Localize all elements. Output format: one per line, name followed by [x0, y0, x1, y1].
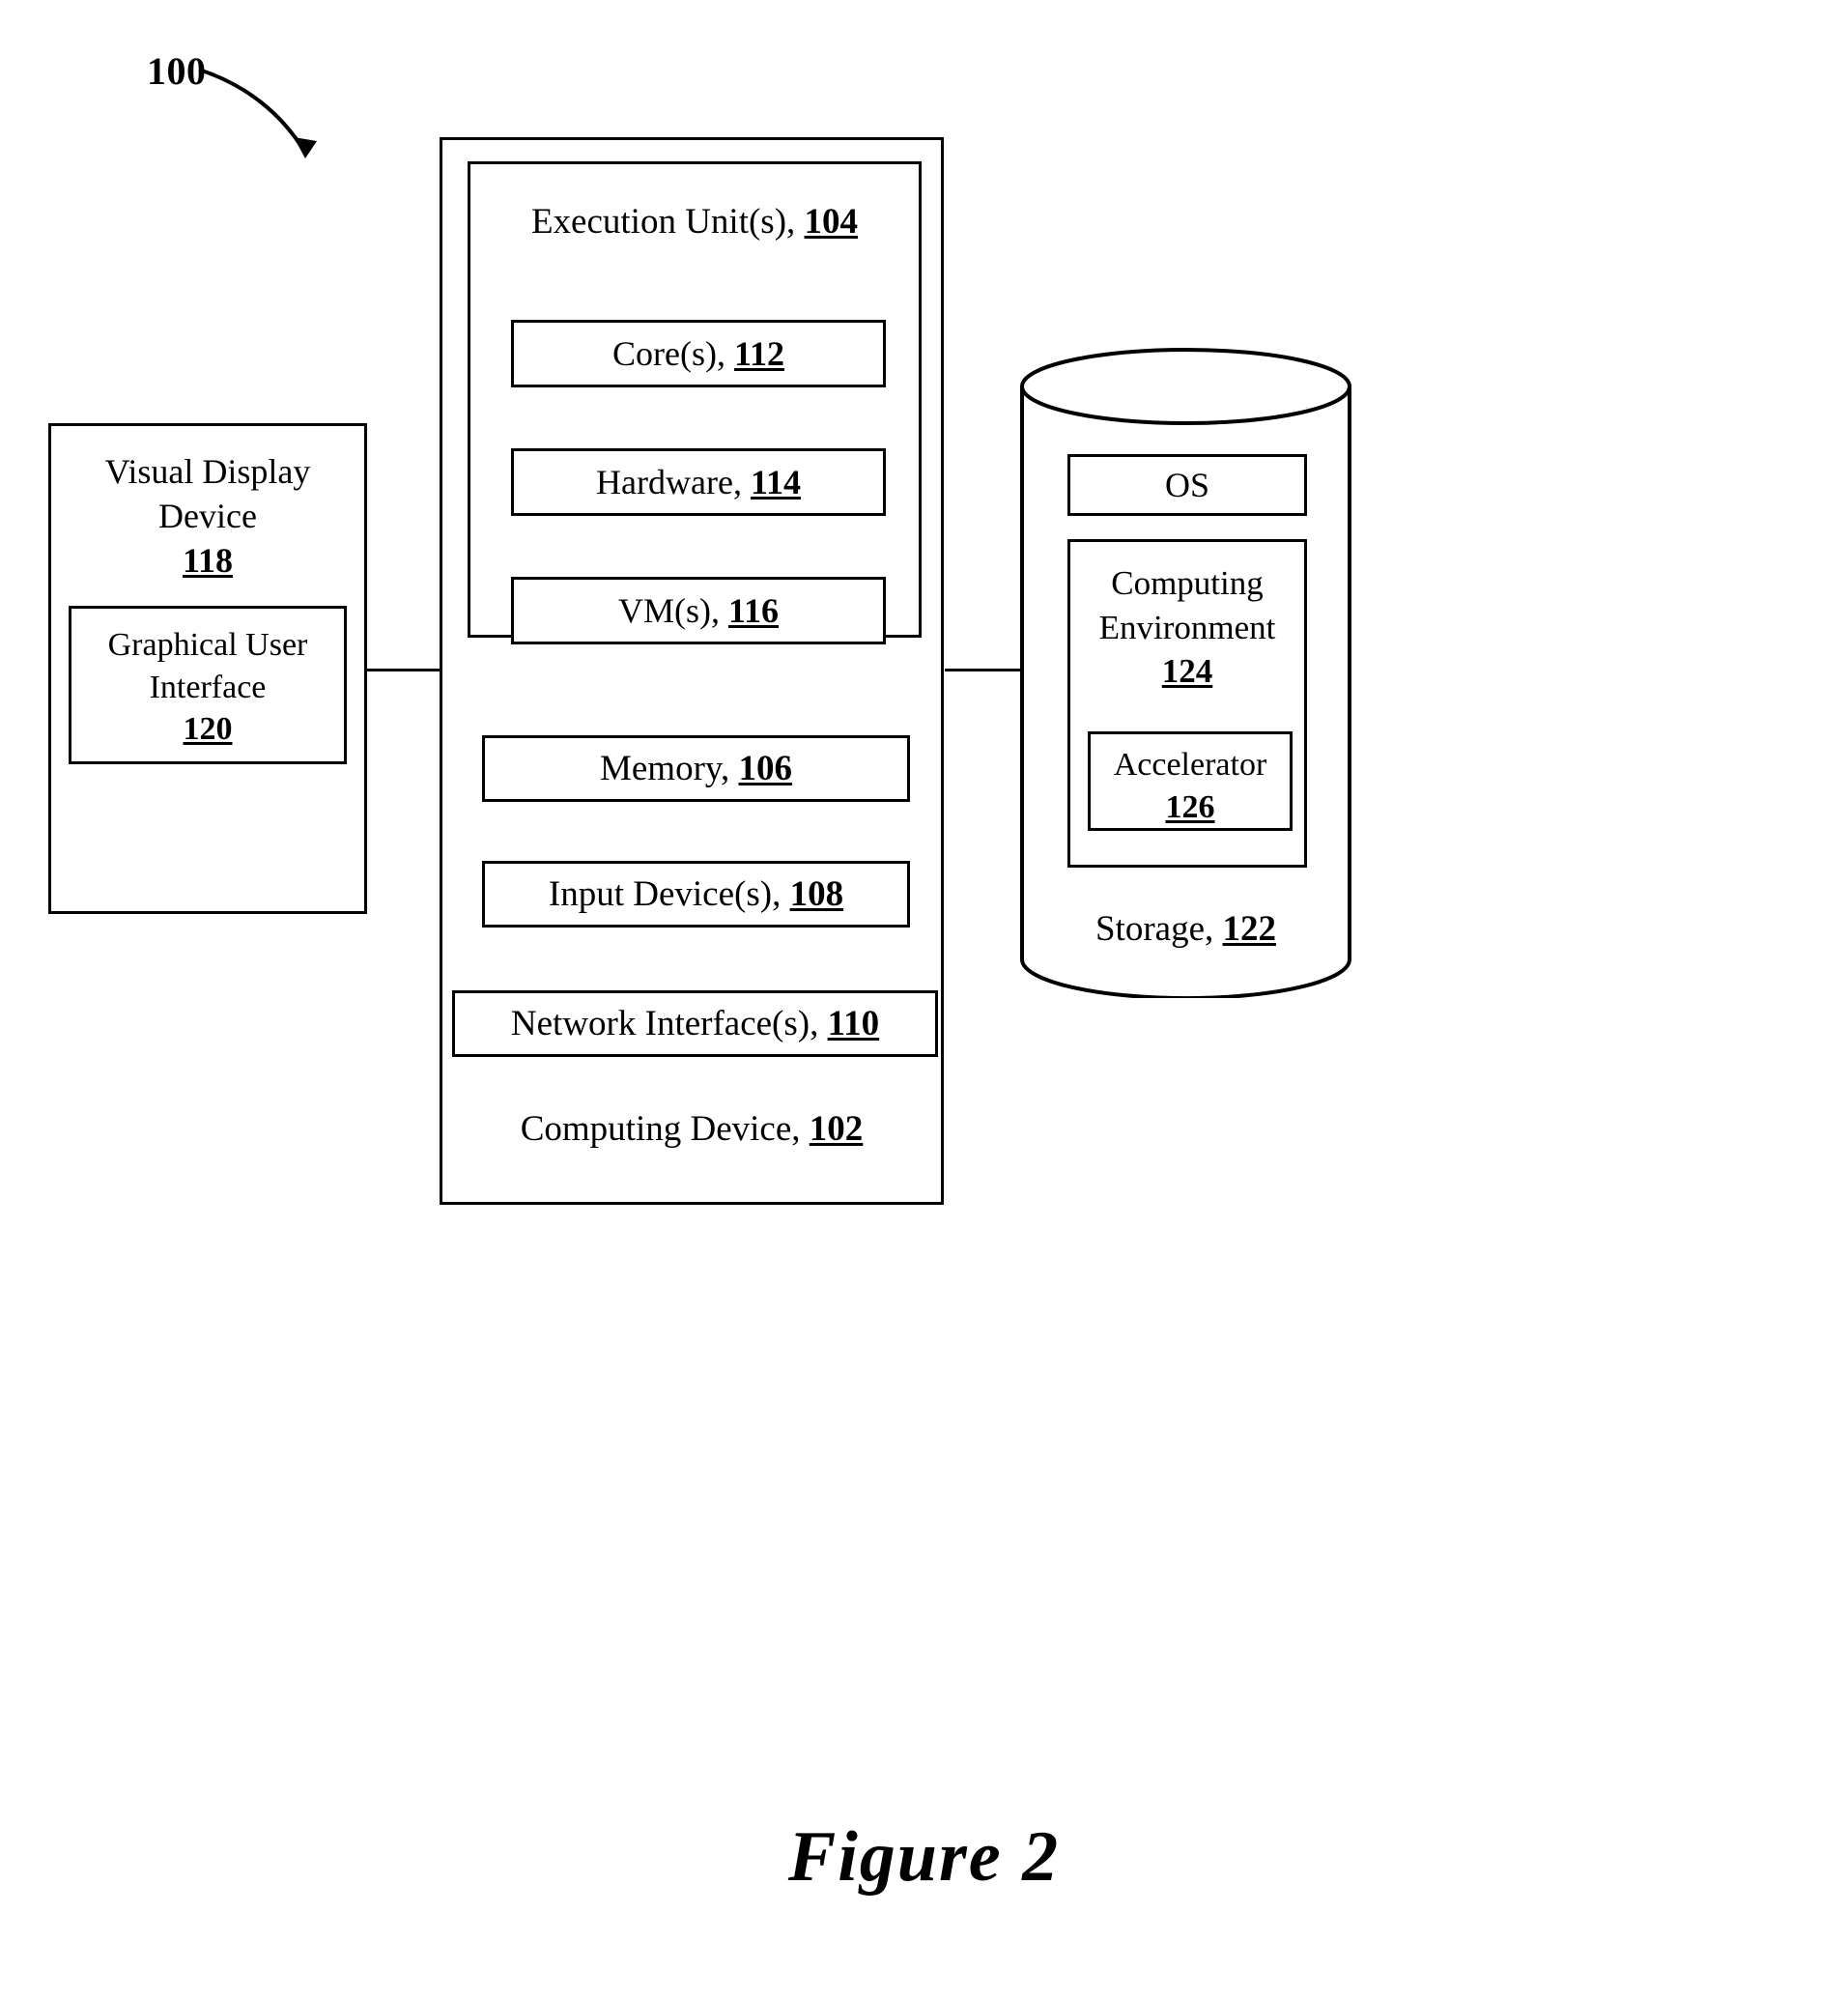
- storage-cylinder: OS Computing Environment 124 Accelerator…: [1019, 348, 1352, 998]
- accelerator-box: Accelerator 126: [1088, 731, 1293, 831]
- network-interfaces-box: Network Interface(s), 110: [452, 990, 938, 1057]
- memory-ref: 106: [738, 749, 793, 788]
- figure-caption: Figure 2: [787, 1817, 1061, 1897]
- vdd-ref: 118: [182, 541, 233, 581]
- execution-unit-label-text: Execution Unit(s),: [530, 202, 796, 242]
- execution-unit-label: Execution Unit(s), 104: [470, 199, 919, 244]
- storage-ref: 122: [1222, 909, 1277, 949]
- visual-display-device-box: Visual Display Device 118 Graphical User…: [48, 423, 367, 914]
- vms-box: VM(s), 116: [511, 577, 886, 644]
- cores-label: Core(s),: [612, 334, 725, 373]
- vms-label: VM(s),: [617, 591, 720, 630]
- vms-ref: 116: [727, 591, 779, 630]
- gui-title-line2: Interface: [149, 669, 267, 705]
- ce-ref: 124: [1161, 652, 1213, 690]
- ce-title-line2: Environment: [1098, 608, 1276, 646]
- visual-display-device-label: Visual Display Device 118: [51, 449, 364, 583]
- computing-device-label: Computing Device, 102: [442, 1106, 941, 1152]
- os-label: OS: [1164, 466, 1210, 504]
- network-interfaces-ref: 110: [827, 1004, 880, 1043]
- accelerator-label-text: Accelerator: [1113, 747, 1267, 783]
- vdd-title-line1: Visual Display: [104, 452, 311, 491]
- computing-device-label-text: Computing Device,: [520, 1108, 801, 1149]
- execution-unit-ref: 104: [804, 202, 859, 242]
- computing-device-ref: 102: [809, 1108, 864, 1149]
- gui-label: Graphical User Interface 120: [71, 624, 344, 751]
- storage-label-text: Storage,: [1095, 909, 1214, 949]
- patent-figure-page: 100 Visual Display Device 118 Graphical …: [0, 0, 1848, 1999]
- gui-title-line1: Graphical User: [107, 627, 308, 663]
- gui-ref: 120: [183, 711, 233, 748]
- accelerator-label: Accelerator 126: [1091, 744, 1290, 828]
- network-interfaces-label: Network Interface(s),: [510, 1004, 819, 1043]
- reference-arrow-icon: [198, 68, 317, 158]
- computing-device-box: Execution Unit(s), 104 Core(s), 112 Hard…: [440, 137, 944, 1205]
- input-devices-box: Input Device(s), 108: [482, 861, 910, 928]
- computing-environment-box: Computing Environment 124 Accelerator 12…: [1067, 539, 1307, 868]
- hardware-ref: 114: [750, 463, 801, 501]
- computing-environment-label: Computing Environment 124: [1070, 561, 1304, 694]
- ce-title-line1: Computing: [1111, 564, 1264, 602]
- os-box: OS: [1067, 454, 1307, 516]
- storage-label: Storage, 122: [1019, 908, 1352, 950]
- input-devices-label: Input Device(s),: [548, 874, 782, 914]
- memory-label: Memory,: [599, 749, 730, 788]
- memory-box: Memory, 106: [482, 735, 910, 802]
- vdd-title-line2: Device: [158, 497, 257, 536]
- cores-box: Core(s), 112: [511, 320, 886, 387]
- accelerator-ref: 126: [1165, 788, 1215, 825]
- connector-display-to-device: [367, 669, 442, 671]
- input-devices-ref: 108: [789, 874, 844, 914]
- execution-unit-box: Execution Unit(s), 104 Core(s), 112 Hard…: [468, 161, 922, 644]
- graphical-user-interface-box: Graphical User Interface 120: [69, 606, 347, 764]
- hardware-box: Hardware, 114: [511, 448, 886, 516]
- connector-device-to-storage: [945, 669, 1022, 671]
- hardware-label: Hardware,: [596, 463, 742, 501]
- cores-ref: 112: [733, 334, 784, 373]
